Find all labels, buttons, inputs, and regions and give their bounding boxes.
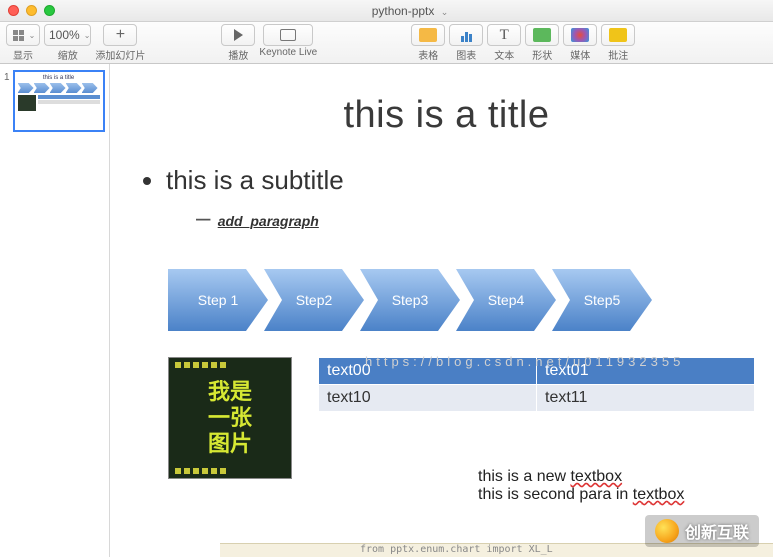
sub-paragraph-item[interactable]: add_paragraph (196, 202, 755, 233)
text-button[interactable]: T (487, 24, 521, 46)
comment-icon (609, 28, 627, 42)
image-text-line: 一张 (208, 405, 252, 431)
subtitle-item[interactable]: this is a subtitle add_paragraph (166, 165, 755, 233)
play-button[interactable] (221, 24, 255, 46)
window-title-text: python-pptx (372, 4, 435, 18)
media-icon (571, 28, 589, 42)
table-cell[interactable]: text11 (537, 385, 755, 412)
shape-label: 形状 (532, 47, 552, 62)
comment-button[interactable] (601, 24, 635, 46)
text-label: 文本 (494, 47, 514, 62)
media-label: 媒体 (570, 47, 590, 62)
brand-icon (655, 519, 679, 543)
plus-icon: + (116, 26, 125, 44)
zoom-group: 100% ⌄ 缩放 (44, 24, 91, 62)
broadcast-icon (280, 29, 296, 41)
table-cell[interactable]: text10 (319, 385, 537, 412)
media-group: 媒体 (563, 24, 597, 62)
slide-thumbnail-wrap[interactable]: 1 this is a title (4, 70, 105, 132)
brand-watermark: 创新互联 (645, 515, 759, 547)
chevron-down-icon: ⌄ (84, 31, 91, 40)
add-slide-label: 添加幻灯片 (95, 47, 145, 62)
table-group: 表格 (411, 24, 445, 62)
table-cell[interactable]: text00 (319, 358, 537, 385)
shape-group: 形状 (525, 24, 559, 62)
table-icon (419, 28, 437, 42)
play-icon (234, 29, 243, 41)
slide-canvas[interactable]: this is a title this is a subtitle add_p… (110, 64, 773, 557)
shape-button[interactable] (525, 24, 559, 46)
table-cell[interactable]: text01 (537, 358, 755, 385)
chevron-down-icon[interactable]: ⌄ (441, 7, 449, 17)
window-title: python-pptx ⌄ (55, 4, 765, 18)
traffic-lights (8, 5, 55, 16)
data-table[interactable]: text00 text01 text10 text11 (318, 357, 755, 412)
lower-content: 我是 一张 图片 text00 text01 text10 text11 (168, 357, 755, 504)
close-icon[interactable] (8, 5, 19, 16)
chevron-step[interactable]: Step5 (552, 269, 652, 331)
table-label: 表格 (418, 47, 438, 62)
subtitle-list[interactable]: this is a subtitle add_paragraph (138, 165, 755, 233)
chevron-step[interactable]: Step3 (360, 269, 460, 331)
play-group: 播放 (221, 24, 255, 62)
right-column: text00 text01 text10 text11 this is a ne… (318, 357, 755, 504)
play-label: 播放 (228, 47, 248, 62)
table-button[interactable] (411, 24, 445, 46)
sub-paragraph-text: add_paragraph (218, 213, 319, 229)
chevron-step[interactable]: Step 1 (168, 269, 268, 331)
textbox-text-underlined: textbox (570, 468, 622, 485)
minimize-icon[interactable] (26, 5, 37, 16)
keynote-live-label: Keynote Live (259, 47, 317, 58)
table-row[interactable]: text00 text01 (319, 358, 755, 385)
shape-icon (533, 28, 551, 42)
text-icon: T (500, 27, 509, 44)
window-titlebar: python-pptx ⌄ (0, 0, 773, 22)
zoom-label: 缩放 (58, 47, 78, 62)
media-button[interactable] (563, 24, 597, 46)
zoom-button[interactable]: 100% ⌄ (44, 24, 91, 46)
grid-icon (11, 28, 27, 42)
table-row[interactable]: text10 text11 (319, 385, 755, 412)
text-group: T 文本 (487, 24, 521, 62)
chevron-step[interactable]: Step4 (456, 269, 556, 331)
chart-group: 图表 (449, 24, 483, 62)
textbox-line: this is second para in textbox (478, 486, 755, 504)
comment-label: 批注 (608, 47, 628, 62)
image-text-line: 图片 (208, 431, 252, 457)
chart-icon (458, 28, 474, 42)
add-slide-button[interactable]: + (103, 24, 137, 46)
keynote-live-button[interactable] (263, 24, 313, 46)
view-label: 显示 (13, 47, 33, 62)
slide-thumbnail[interactable]: this is a title (13, 70, 105, 132)
brand-text: 创新互联 (685, 519, 749, 543)
textbox-text: this is a new (478, 468, 570, 485)
image-text-line: 我是 (208, 379, 252, 405)
slide-navigator: 1 this is a title (0, 64, 110, 557)
main-area: 1 this is a title this is a title this i… (0, 64, 773, 557)
textbox-text-underlined: textbox (633, 486, 685, 503)
textbox-line: this is a new textbox (478, 468, 755, 486)
textbox[interactable]: this is a new textbox this is second par… (478, 468, 755, 504)
maximize-icon[interactable] (44, 5, 55, 16)
view-group: ⌄ 显示 (6, 24, 40, 62)
inserted-image[interactable]: 我是 一张 图片 (168, 357, 292, 479)
view-button[interactable]: ⌄ (6, 24, 40, 46)
smartart-chevrons[interactable]: Step 1 Step2 Step3 Step4 Step5 (168, 269, 755, 331)
textbox-text: this is second para in (478, 486, 633, 503)
chart-label: 图表 (456, 47, 476, 62)
add-slide-group: + 添加幻灯片 (95, 24, 145, 62)
keynote-live-group: Keynote Live (259, 24, 317, 58)
chevron-step[interactable]: Step2 (264, 269, 364, 331)
comment-group: 批注 (601, 24, 635, 62)
slide-index: 1 (4, 72, 10, 132)
subtitle-text: this is a subtitle (166, 165, 344, 195)
zoom-value: 100% (45, 28, 84, 42)
slide-title[interactable]: this is a title (138, 94, 755, 137)
chart-button[interactable] (449, 24, 483, 46)
toolbar: ⌄ 显示 100% ⌄ 缩放 + 添加幻灯片 播放 (0, 22, 773, 64)
chevron-down-icon: ⌄ (29, 31, 36, 40)
